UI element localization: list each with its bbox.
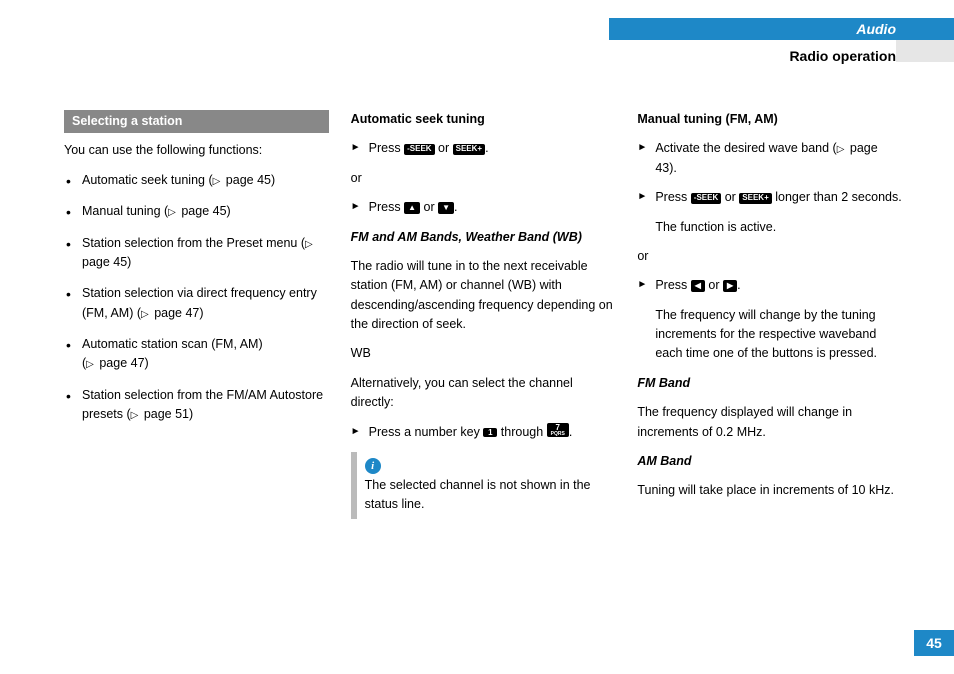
step: Press a number key 1 through 7PQRS. — [351, 423, 616, 442]
step-text: or — [705, 278, 723, 292]
step-text: . — [454, 200, 457, 214]
step-text: . — [737, 278, 740, 292]
function-list: Automatic seek tuning ( page 45) Manual … — [64, 171, 329, 425]
list-item: Automatic seek tuning ( page 45) — [64, 171, 329, 190]
left-arrow-button-icon: ◀ — [691, 280, 705, 292]
or-text: or — [351, 169, 616, 188]
li-ref: page 47) — [151, 306, 204, 320]
step-text: Press a number key — [369, 425, 484, 439]
li-ref: page 45) — [222, 173, 275, 187]
page-number: 45 — [914, 630, 954, 656]
thumb-tab — [896, 40, 954, 62]
seek-minus-button-icon: -SEEK — [404, 144, 434, 155]
content-columns: Selecting a station You can use the foll… — [64, 110, 902, 519]
step-text: Press — [369, 141, 404, 155]
list-item: Station selection from the Preset menu (… — [64, 234, 329, 273]
step-text: . — [485, 141, 488, 155]
up-arrow-button-icon: ▲ — [404, 202, 420, 214]
column-2: Automatic seek tuning Press -SEEK or SEE… — [351, 110, 616, 519]
step-text: Press — [655, 278, 690, 292]
info-text: The selected channel is not shown in the… — [365, 476, 610, 515]
step-text: longer than 2 seconds. — [772, 190, 902, 204]
seek-plus-button-icon: SEEK+ — [453, 144, 485, 155]
heading-manual-tuning: Manual tuning (FM, AM) — [637, 110, 902, 129]
or-text: or — [637, 247, 902, 266]
step: Press -SEEK or SEEK+. — [351, 139, 616, 158]
body-text: WB — [351, 344, 616, 363]
page-ref-icon — [168, 204, 178, 218]
page-ref-icon — [305, 236, 315, 250]
num-7-sub: PQRS — [551, 432, 565, 437]
step-text: or — [435, 141, 453, 155]
step: Activate the desired wave band ( page 43… — [637, 139, 902, 178]
down-arrow-button-icon: ▼ — [438, 202, 454, 214]
li-text: Station selection from the Preset menu ( — [82, 236, 305, 250]
li-text: Manual tuning ( — [82, 204, 168, 218]
list-item: Automatic station scan (FM, AM) ( page 4… — [64, 335, 329, 374]
subsection-title: Radio operation — [789, 48, 896, 64]
step-text: Press — [655, 190, 690, 204]
list-item: Station selection via direct frequency e… — [64, 284, 329, 323]
step: Press ◀ or ▶. — [637, 276, 902, 295]
li-ref: page 45) — [82, 255, 131, 269]
li-text: Station selection from the FM/AM Autosto… — [82, 388, 323, 421]
intro-text: You can use the following functions: — [64, 141, 329, 160]
body-text: The frequency displayed will change in i… — [637, 403, 902, 442]
li-ref: page 47) — [96, 356, 149, 370]
page-ref-icon — [837, 141, 847, 155]
column-3: Manual tuning (FM, AM) Activate the desi… — [637, 110, 902, 519]
heading-bands: FM and AM Bands, Weather Band (WB) — [351, 228, 616, 247]
right-arrow-button-icon: ▶ — [723, 280, 737, 292]
manual-page: Audio Radio operation 45 Selecting a sta… — [0, 0, 954, 674]
heading-am-band: AM Band — [637, 452, 902, 471]
page-ref-icon — [213, 173, 223, 187]
seek-minus-button-icon: -SEEK — [691, 193, 721, 204]
body-text: Tuning will take place in increments of … — [637, 481, 902, 500]
li-ref: page 45) — [178, 204, 231, 218]
num-1-button-icon: 1 — [483, 428, 497, 437]
column-1: Selecting a station You can use the foll… — [64, 110, 329, 519]
step-text: or — [721, 190, 739, 204]
page-ref-icon — [131, 407, 141, 421]
list-item: Manual tuning ( page 45) — [64, 202, 329, 221]
info-icon: i — [365, 458, 381, 474]
num-7-button-icon: 7PQRS — [547, 423, 569, 437]
step-text: Activate the desired wave band ( — [655, 141, 836, 155]
step: Press -SEEK or SEEK+ longer than 2 secon… — [637, 188, 902, 207]
step-result: The frequency will change by the tuning … — [637, 306, 902, 364]
step: Press ▲ or ▼. — [351, 198, 616, 217]
step-text: Press — [369, 200, 404, 214]
body-text: Alternatively, you can select the channe… — [351, 374, 616, 413]
li-ref: page 51) — [140, 407, 193, 421]
step-text: or — [420, 200, 438, 214]
page-ref-icon — [86, 356, 96, 370]
li-text: Automatic seek tuning ( — [82, 173, 213, 187]
step-result: The function is active. — [637, 218, 902, 237]
heading-fm-band: FM Band — [637, 374, 902, 393]
page-ref-icon — [141, 306, 151, 320]
seek-plus-button-icon: SEEK+ — [739, 193, 771, 204]
info-note: i The selected channel is not shown in t… — [351, 452, 616, 519]
section-header-bar: Audio — [609, 18, 954, 40]
heading-auto-seek: Automatic seek tuning — [351, 110, 616, 129]
step-text: through — [497, 425, 546, 439]
section-bar-selecting: Selecting a station — [64, 110, 329, 133]
step-text: . — [569, 425, 572, 439]
list-item: Station selection from the FM/AM Autosto… — [64, 386, 329, 425]
body-text: The radio will tune in to the next recei… — [351, 257, 616, 335]
